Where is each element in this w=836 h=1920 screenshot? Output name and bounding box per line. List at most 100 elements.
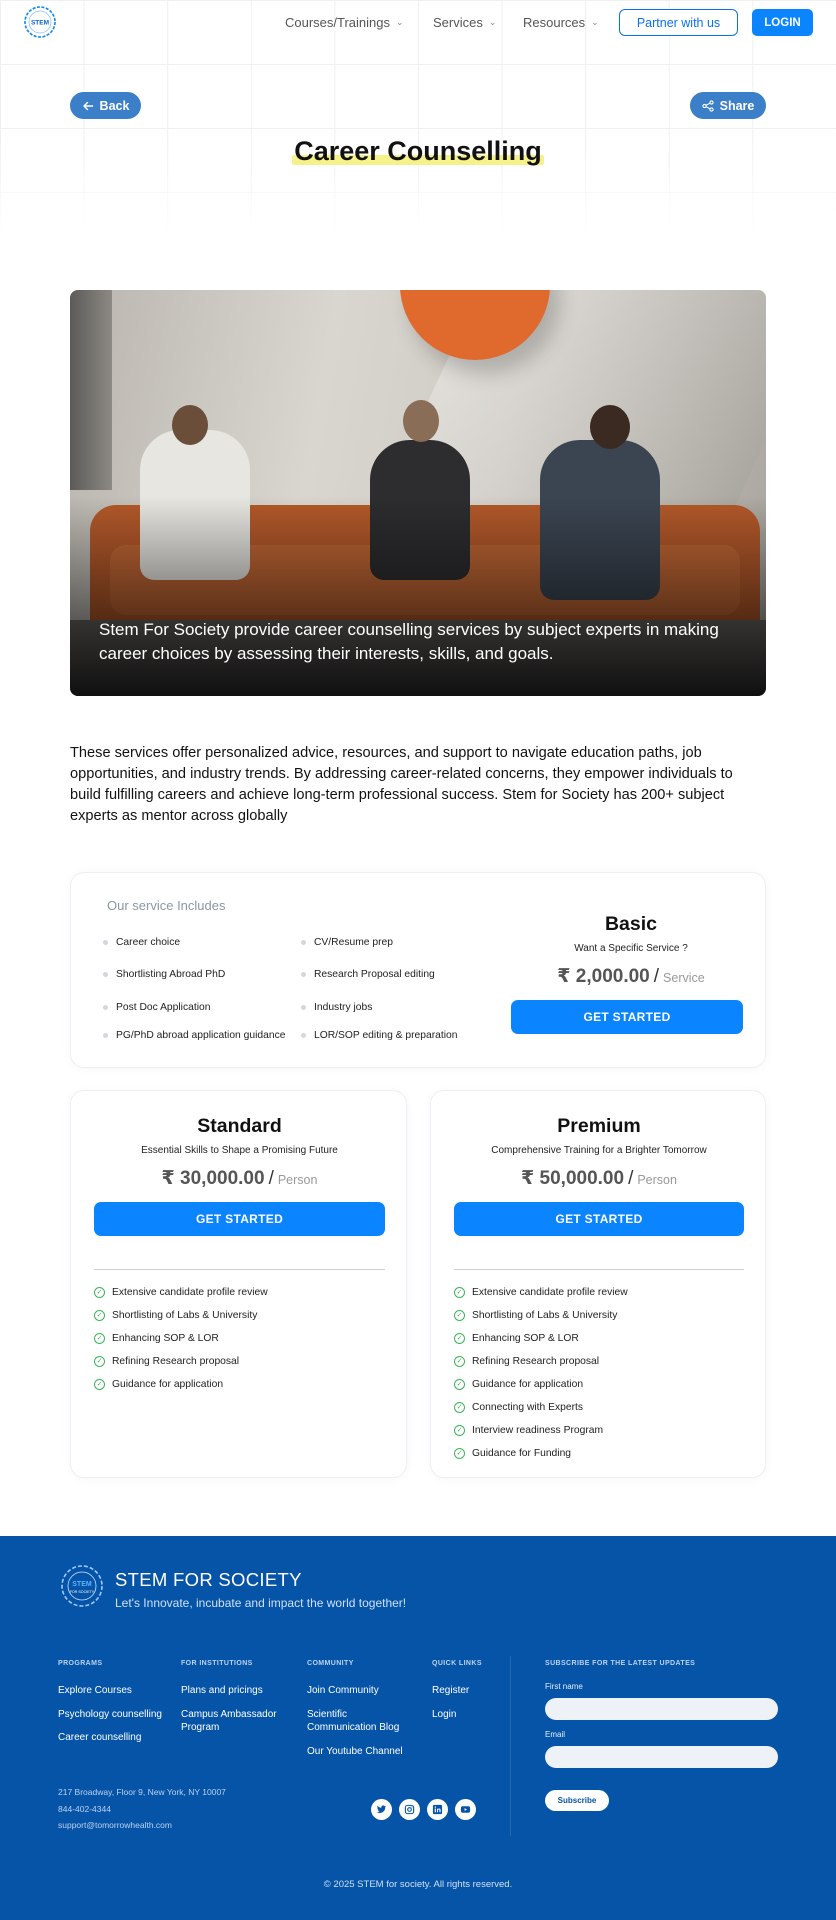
feature-item: ✓ Extensive candidate profile review [94, 1287, 268, 1298]
price-amount: ₹ 50,000.00 [521, 1168, 625, 1189]
nav-courses[interactable]: Courses/Trainings ⌄ [285, 15, 404, 30]
share-label: Share [719, 98, 755, 113]
feature-item: ✓ Enhancing SOP & LOR [94, 1333, 219, 1344]
photo-overlay [70, 496, 766, 696]
get-started-button[interactable]: GET STARTED [94, 1202, 385, 1236]
check-circle-icon: ✓ [94, 1287, 105, 1298]
footer-link[interactable]: Plans and pricings [181, 1684, 263, 1697]
bullet-icon [301, 1005, 306, 1010]
feature-label: Interview readiness Program [472, 1425, 604, 1436]
include-item: Shortlisting Abroad PhD [103, 969, 225, 980]
partner-button[interactable]: Partner with us [619, 9, 738, 36]
plan-subtitle: Comprehensive Training for a Brighter To… [491, 1145, 707, 1156]
email-input[interactable] [545, 1746, 778, 1768]
photo-caption: Stem For Society provide career counsell… [99, 620, 719, 663]
check-circle-icon: ✓ [454, 1448, 465, 1459]
basic-plan-card: Our service Includes Career choice CV/Re… [70, 872, 766, 1068]
bullet-icon [103, 940, 108, 945]
feature-label: Guidance for application [472, 1379, 584, 1390]
check-circle-icon: ✓ [454, 1333, 465, 1344]
feature-item: ✓ Connecting with Experts [454, 1402, 583, 1413]
footer-link[interactable]: Register [432, 1684, 469, 1697]
feature-label: Guidance for application [112, 1379, 224, 1390]
check-circle-icon: ✓ [454, 1425, 465, 1436]
footer-link[interactable]: Scientific Communication Blog [307, 1708, 412, 1734]
linkedin-icon[interactable] [427, 1799, 448, 1820]
plan-name: Premium [557, 1115, 641, 1137]
nav-services[interactable]: Services ⌄ [433, 15, 496, 30]
standard-plan-card: Standard Essential Skills to Shape a Pro… [70, 1090, 407, 1478]
youtube-icon[interactable] [455, 1799, 476, 1820]
bullet-icon [301, 972, 306, 977]
footer-link[interactable]: Explore Courses [58, 1684, 132, 1697]
back-label: Back [99, 98, 130, 113]
get-started-button[interactable]: GET STARTED [511, 1000, 743, 1034]
page-title-text: Career Counselling [292, 136, 544, 166]
top-navbar: STEM Courses/Trainings ⌄ Services ⌄ Reso… [0, 0, 836, 46]
back-button[interactable]: Back [70, 92, 141, 119]
premium-plan-card: Premium Comprehensive Training for a Bri… [430, 1090, 766, 1478]
feature-item: ✓ Interview readiness Program [454, 1425, 603, 1436]
twitter-icon[interactable] [371, 1799, 392, 1820]
footer-email[interactable]: support@tomorrowhealth.com [58, 1820, 172, 1830]
copyright: © 2025 STEM for society. All rights rese… [323, 1879, 513, 1890]
footer-divider [510, 1656, 511, 1836]
footer-address: 217 Broadway, Floor 9, New York, NY 1000… [58, 1787, 226, 1797]
price-unit: Service [663, 971, 705, 985]
institutions-heading: FOR INSTITUTIONS [181, 1660, 253, 1667]
footer-phone[interactable]: 844-402-4344 [58, 1804, 111, 1814]
include-item: Industry jobs [301, 1002, 372, 1013]
include-item-label: CV/Resume prep [314, 937, 393, 948]
divider [454, 1269, 744, 1270]
site-footer: STEM FOR SOCIETY STEM FOR SOCIETY Let's … [0, 1536, 836, 1920]
get-started-button[interactable]: GET STARTED [454, 1202, 744, 1236]
feature-item: ✓ Shortlisting of Labs & University [94, 1310, 257, 1321]
include-item: LOR/SOP editing & preparation [301, 1030, 457, 1041]
intro-paragraph: These services offer personalized advice… [70, 745, 733, 824]
chevron-down-icon: ⌄ [488, 17, 497, 27]
nav-resources[interactable]: Resources ⌄ [523, 15, 599, 30]
subscribe-button[interactable]: Subscribe [545, 1790, 609, 1811]
check-circle-icon: ✓ [454, 1356, 465, 1367]
footer-logo-subtext: FOR SOCIETY [70, 1590, 95, 1594]
feature-item: ✓ Guidance for application [94, 1379, 223, 1390]
check-circle-icon: ✓ [454, 1287, 465, 1298]
include-item-label: LOR/SOP editing & preparation [314, 1030, 458, 1041]
include-item-label: Career choice [116, 937, 181, 948]
first-name-label: First name [545, 1682, 583, 1691]
include-item: Post Doc Application [103, 1002, 210, 1013]
footer-link[interactable]: Our Youtube Channel [307, 1745, 403, 1758]
feature-label: Shortlisting of Labs & University [112, 1310, 258, 1321]
footer-logo[interactable]: STEM FOR SOCIETY [58, 1562, 106, 1610]
footer-link[interactable]: Campus Ambassador Program [181, 1708, 291, 1734]
photo-person-left-head [172, 405, 208, 445]
include-item-label: Industry jobs [314, 1002, 373, 1013]
footer-link[interactable]: Psychology counselling [58, 1708, 162, 1721]
price-unit: Person [637, 1173, 677, 1187]
include-item: Career choice [103, 937, 180, 948]
check-circle-icon: ✓ [94, 1333, 105, 1344]
share-button[interactable]: Share [690, 92, 766, 119]
plan-price: ₹ 2,000.00/Service [501, 965, 761, 988]
login-button[interactable]: LOGIN [752, 9, 813, 36]
footer-link[interactable]: Join Community [307, 1684, 379, 1697]
programs-heading: PROGRAMS [58, 1660, 103, 1667]
first-name-input[interactable] [545, 1698, 778, 1720]
include-item: Research Proposal editing [301, 969, 435, 980]
instagram-icon[interactable] [399, 1799, 420, 1820]
nav-resources-label: Resources [523, 15, 586, 30]
footer-link[interactable]: Login [432, 1708, 456, 1721]
stem-logo[interactable]: STEM [22, 4, 58, 40]
plan-name: Standard [197, 1115, 282, 1137]
bullet-icon [301, 1033, 306, 1038]
include-item-label: PG/PhD abroad application guidance [116, 1030, 286, 1041]
bullet-icon [103, 1033, 108, 1038]
community-heading: COMMUNITY [307, 1660, 354, 1667]
counselling-photo: Stem For Society provide career counsell… [70, 290, 766, 696]
plan-subtitle: Want a Specific Service ? [574, 943, 688, 954]
includes-title: Our service Includes [107, 898, 226, 913]
subscribe-heading: SUBSCRIBE FOR THE LATEST UPDATES [545, 1660, 696, 1667]
feature-item: ✓ Guidance for application [454, 1379, 583, 1390]
footer-link[interactable]: Career counselling [58, 1731, 141, 1744]
check-circle-icon: ✓ [454, 1402, 465, 1413]
